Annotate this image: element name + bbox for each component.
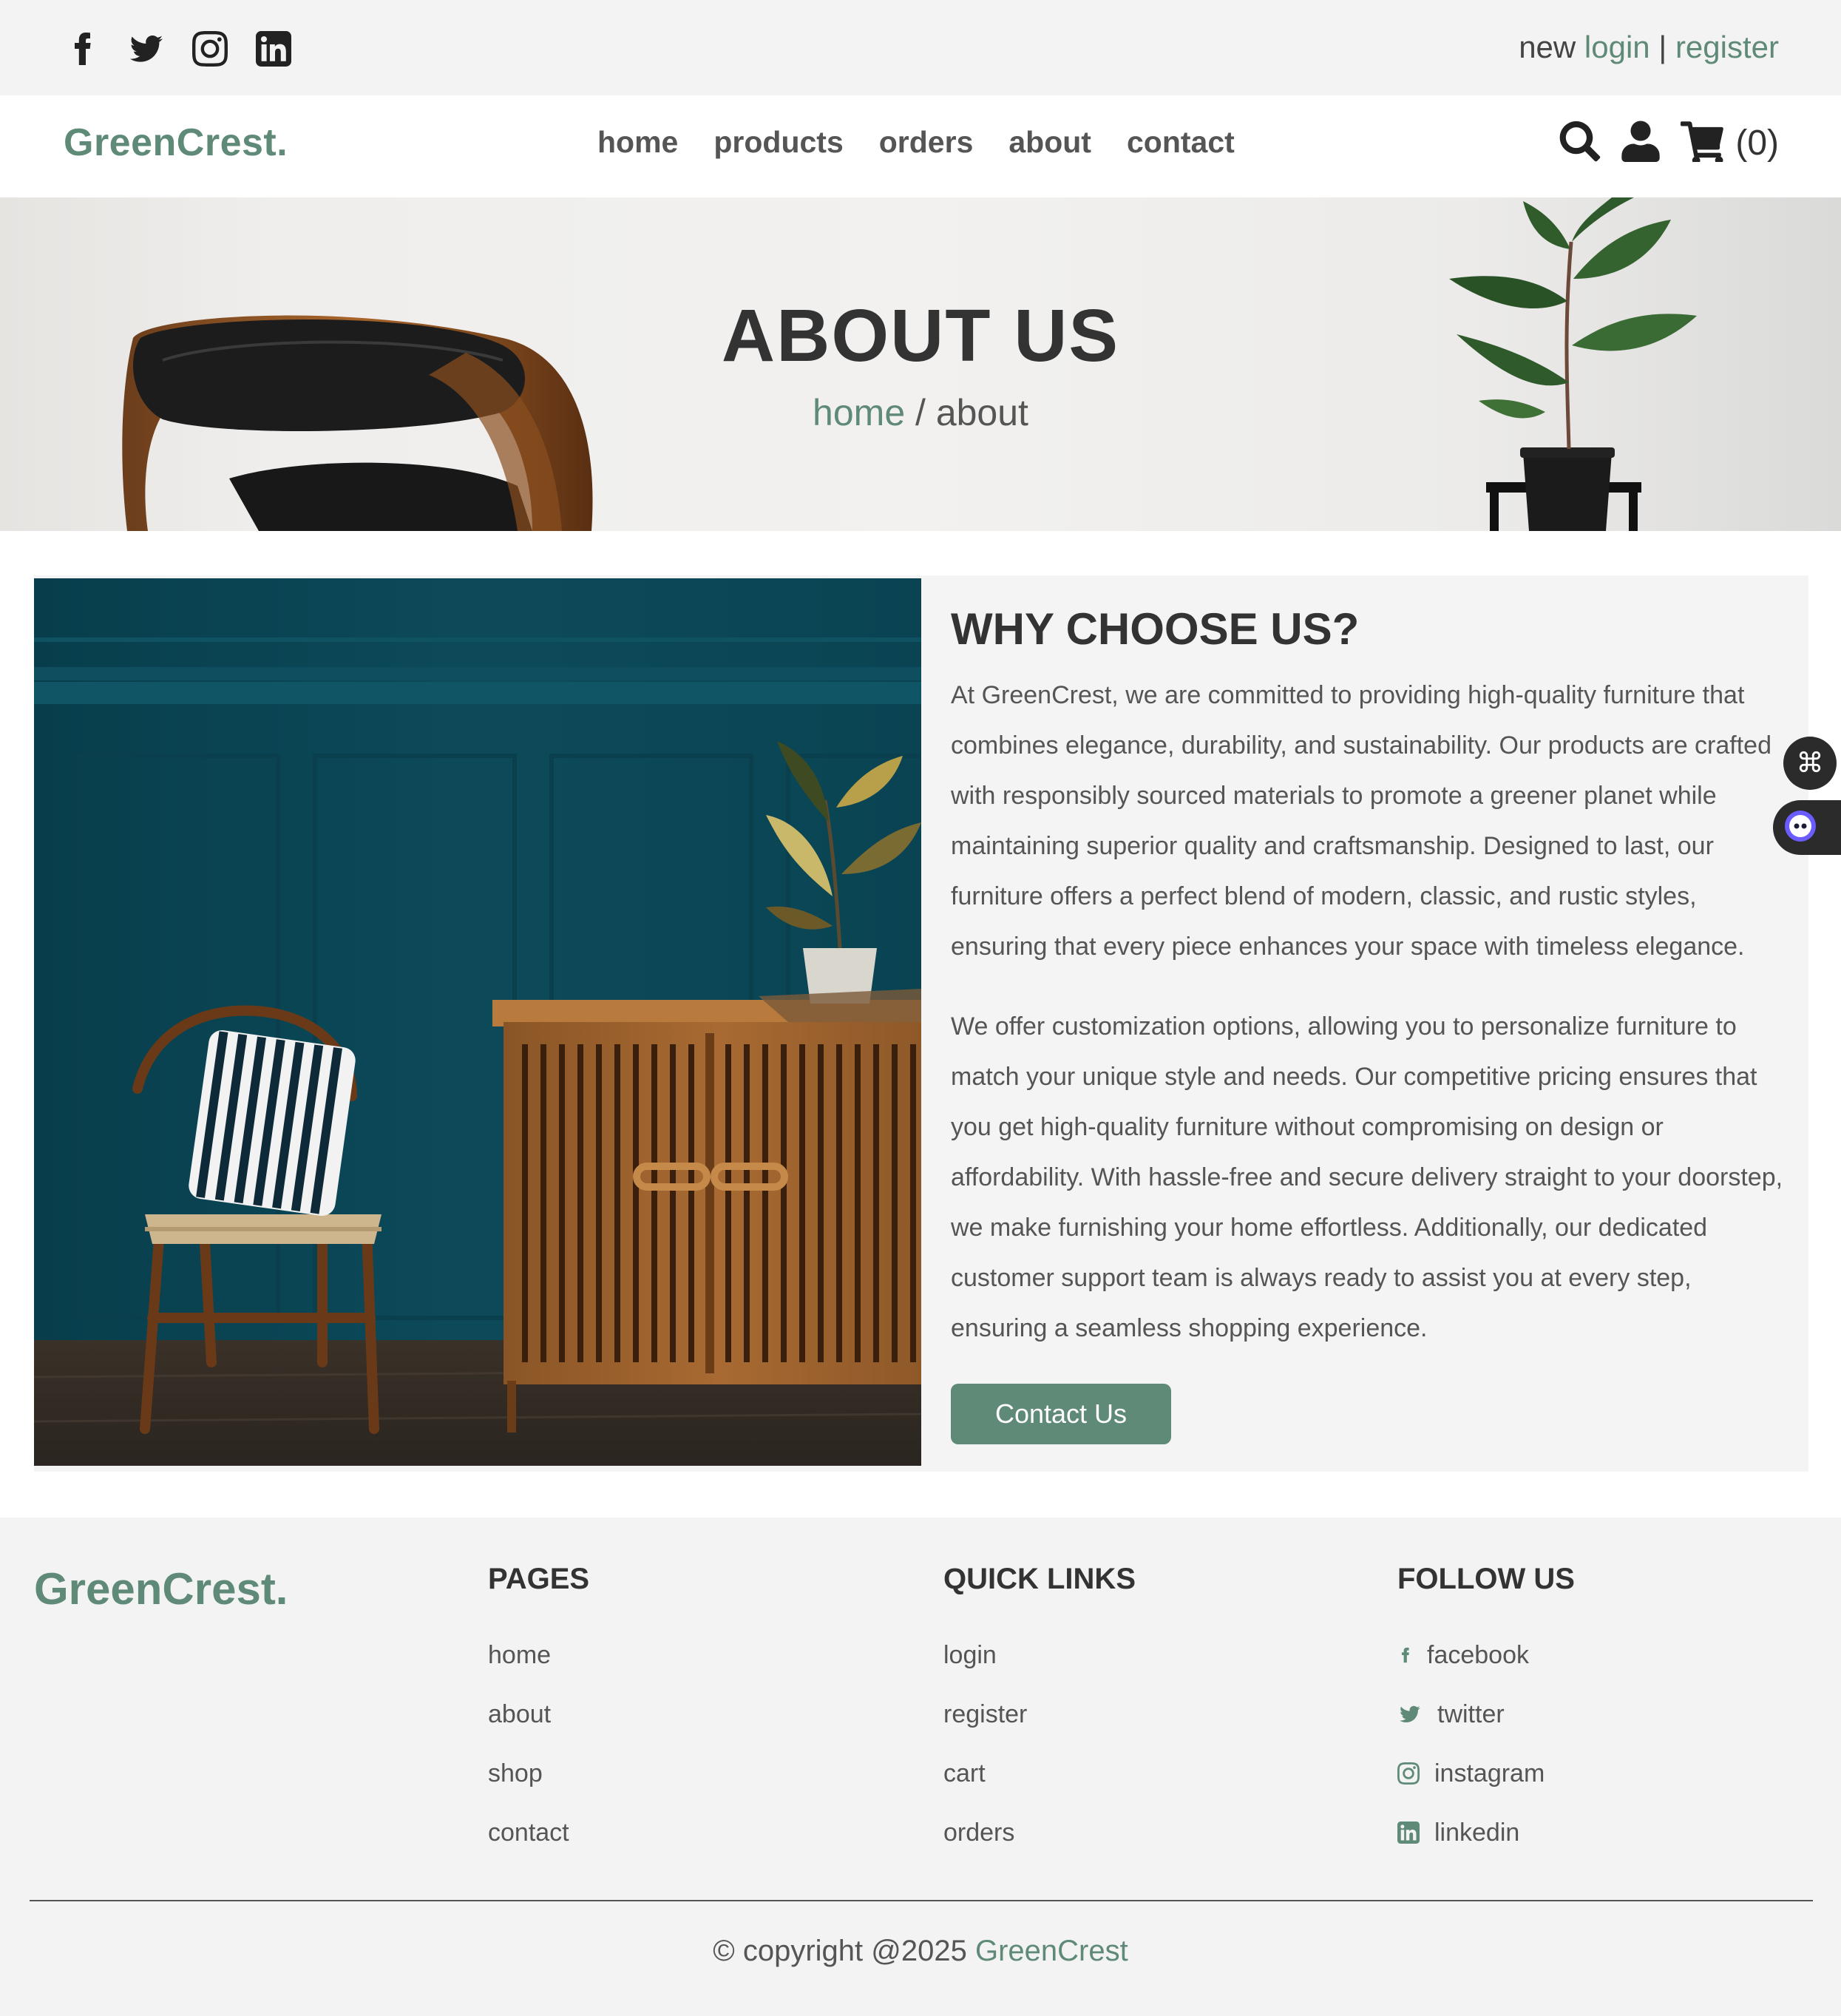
footer-follow-heading: FOLLOW US	[1397, 1563, 1575, 1595]
footer-logo[interactable]: GreenCrest.	[34, 1563, 288, 1614]
about-paragraph-1: At GreenCrest, we are committed to provi…	[951, 681, 1772, 961]
main-header: GreenCrest. home products orders about c…	[0, 95, 1841, 197]
linkedin-icon[interactable]	[253, 28, 294, 70]
breadcrumb-home-link[interactable]: home	[813, 392, 905, 433]
about-image	[34, 578, 921, 1466]
register-link[interactable]: register	[1675, 30, 1779, 64]
assistant-icon	[1783, 809, 1817, 847]
footer-quick-links-column: QUICK LINKS login register cart orders	[943, 1562, 1136, 1862]
nav-orders[interactable]: orders	[879, 125, 974, 160]
footer-facebook-label: facebook	[1427, 1641, 1529, 1669]
footer-link-instagram[interactable]: instagram	[1397, 1744, 1575, 1803]
copyright-brand[interactable]: GreenCrest	[975, 1935, 1128, 1967]
footer-link-register[interactable]: register	[943, 1685, 1136, 1744]
floating-menu-button[interactable]	[1783, 737, 1837, 790]
auth-separator: |	[1658, 30, 1667, 64]
twitter-icon[interactable]	[126, 28, 167, 70]
user-icon[interactable]	[1621, 121, 1660, 166]
footer-link-login[interactable]: login	[943, 1626, 1136, 1685]
breadcrumb-separator: /	[905, 392, 936, 433]
nav-contact[interactable]: contact	[1127, 125, 1235, 160]
copyright: © copyright @2025 GreenCrest	[0, 1935, 1841, 1968]
facebook-icon	[1397, 1643, 1427, 1668]
footer-link-cart[interactable]: cart	[943, 1744, 1136, 1803]
nav-home[interactable]: home	[597, 125, 678, 160]
cart-icon[interactable]	[1681, 121, 1724, 166]
site-logo[interactable]: GreenCrest.	[64, 121, 288, 165]
search-icon[interactable]	[1559, 121, 1601, 166]
footer-link-home[interactable]: home	[488, 1626, 589, 1685]
command-icon	[1797, 749, 1823, 778]
footer-twitter-label: twitter	[1437, 1700, 1505, 1728]
footer-follow-column: FOLLOW US facebook twitter instagram lin…	[1397, 1562, 1575, 1862]
footer-linkedin-label: linkedin	[1434, 1819, 1520, 1847]
cart-count[interactable]: (0)	[1735, 123, 1779, 163]
footer-link-shop[interactable]: shop	[488, 1744, 589, 1803]
login-link[interactable]: login	[1584, 30, 1650, 64]
footer-link-linkedin[interactable]: linkedin	[1397, 1803, 1575, 1862]
header-icons: (0)	[1559, 121, 1779, 166]
breadcrumb-current: about	[935, 392, 1028, 433]
breadcrumb: home / about	[0, 391, 1841, 434]
linkedin-icon	[1397, 1821, 1434, 1844]
nav-about[interactable]: about	[1008, 125, 1091, 160]
copyright-text: © copyright @2025	[713, 1935, 967, 1967]
page-banner: ABOUT US home / about	[0, 197, 1841, 531]
footer-link-about[interactable]: about	[488, 1685, 589, 1744]
about-paragraph-2: We offer customization options, allowing…	[951, 1012, 1783, 1342]
page-title: ABOUT US	[721, 294, 1120, 377]
footer-instagram-label: instagram	[1434, 1759, 1545, 1787]
facebook-icon[interactable]	[62, 28, 104, 70]
why-choose-heading: WHY CHOOSE US?	[951, 604, 1360, 654]
instagram-icon	[1397, 1762, 1434, 1785]
nav-products[interactable]: products	[713, 125, 843, 160]
main-nav: home products orders about contact	[597, 125, 1235, 160]
contact-us-button[interactable]: Contact Us	[951, 1384, 1171, 1444]
footer-divider	[30, 1900, 1813, 1901]
footer-pages-heading: PAGES	[488, 1563, 590, 1595]
footer-link-facebook[interactable]: facebook	[1397, 1626, 1575, 1685]
footer-link-twitter[interactable]: twitter	[1397, 1685, 1575, 1744]
top-bar: new login | register	[0, 0, 1841, 95]
auth-links: new login | register	[1519, 28, 1779, 67]
footer-quick-links-heading: QUICK LINKS	[943, 1563, 1136, 1595]
footer-link-contact[interactable]: contact	[488, 1803, 589, 1862]
top-social-icons	[62, 28, 294, 70]
footer-link-orders[interactable]: orders	[943, 1803, 1136, 1862]
twitter-icon	[1397, 1703, 1437, 1725]
auth-prefix: new	[1519, 30, 1576, 64]
footer-pages-column: PAGES home about shop contact	[488, 1562, 589, 1862]
floating-assistant-button[interactable]	[1773, 800, 1841, 855]
instagram-icon[interactable]	[189, 28, 231, 70]
